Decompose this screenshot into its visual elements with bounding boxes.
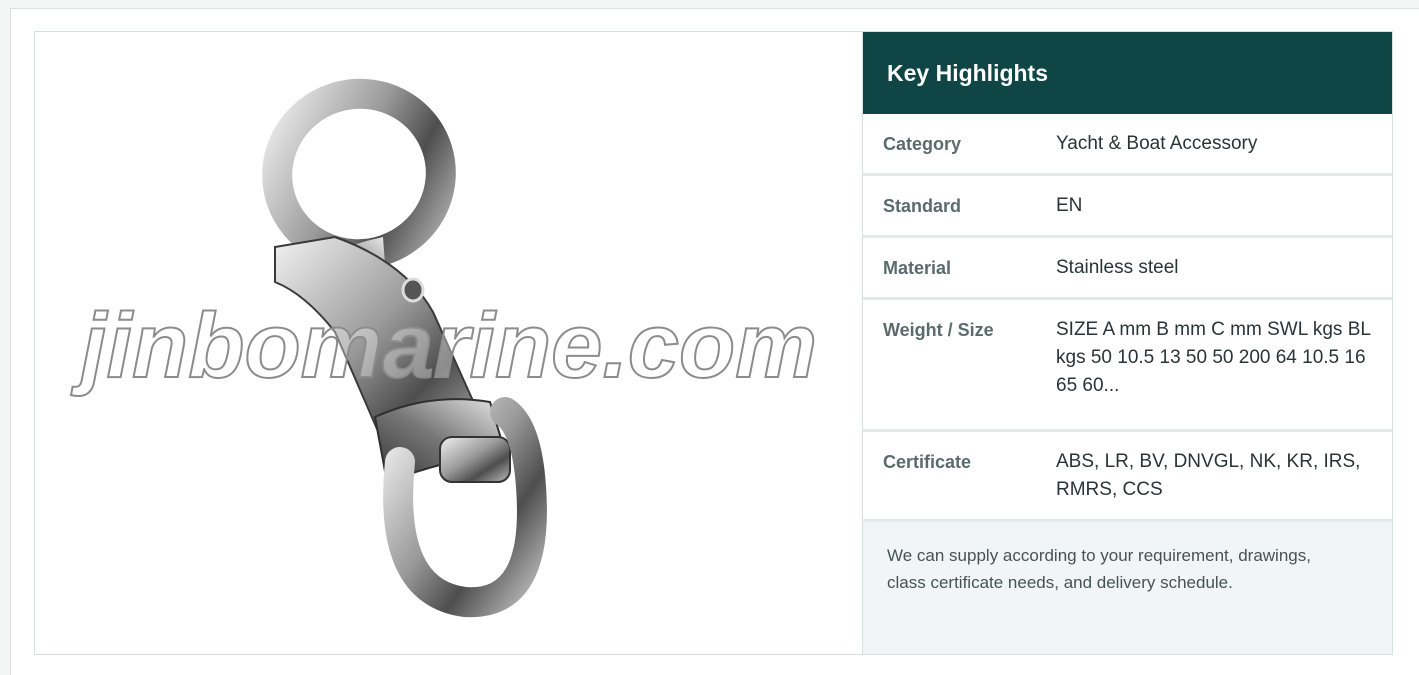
swivel-snap-hook-picture: jinbomarine.com (70, 78, 818, 618)
highlight-value: Stainless steel (1056, 257, 1179, 278)
highlight-row-certificate: Certificate ABS, LR, BV, DNVGL, NK, KR, … (863, 432, 1392, 522)
highlight-row-weight-size: Weight / Size SIZE A mm B mm C mm SWL kg… (863, 300, 1392, 432)
product-card: jinbomarine.com Key Highlights Category … (34, 31, 1393, 655)
highlight-value: EN (1056, 195, 1083, 216)
highlight-value: Yacht & Boat Accessory (1056, 133, 1258, 154)
highlight-row-category: Category Yacht & Boat Accessory (863, 114, 1392, 176)
highlight-row-material: Material Stainless steel (863, 238, 1392, 300)
watermark-text: jinbomarine.com (71, 295, 817, 397)
key-highlights-panel: Key Highlights Category Yacht & Boat Acc… (863, 32, 1392, 654)
panel-title: Key Highlights (863, 32, 1392, 114)
highlight-key: Certificate (883, 452, 972, 472)
highlight-key: Material (883, 258, 952, 278)
highlight-value: ABS, LR, BV, DNVGL, NK, KR, IRS, RMRS, C… (1056, 451, 1361, 500)
highlight-key: Standard (883, 196, 962, 216)
highlight-value: SIZE A mm B mm C mm SWL kgs BL kgs 50 10… (1056, 319, 1371, 396)
highlight-key: Weight / Size (883, 320, 994, 340)
highlight-row-standard: Standard EN (863, 176, 1392, 238)
supply-note: We can supply according to your requirem… (863, 522, 1392, 654)
highlight-key: Category (883, 134, 962, 154)
product-image: jinbomarine.com (35, 32, 863, 654)
